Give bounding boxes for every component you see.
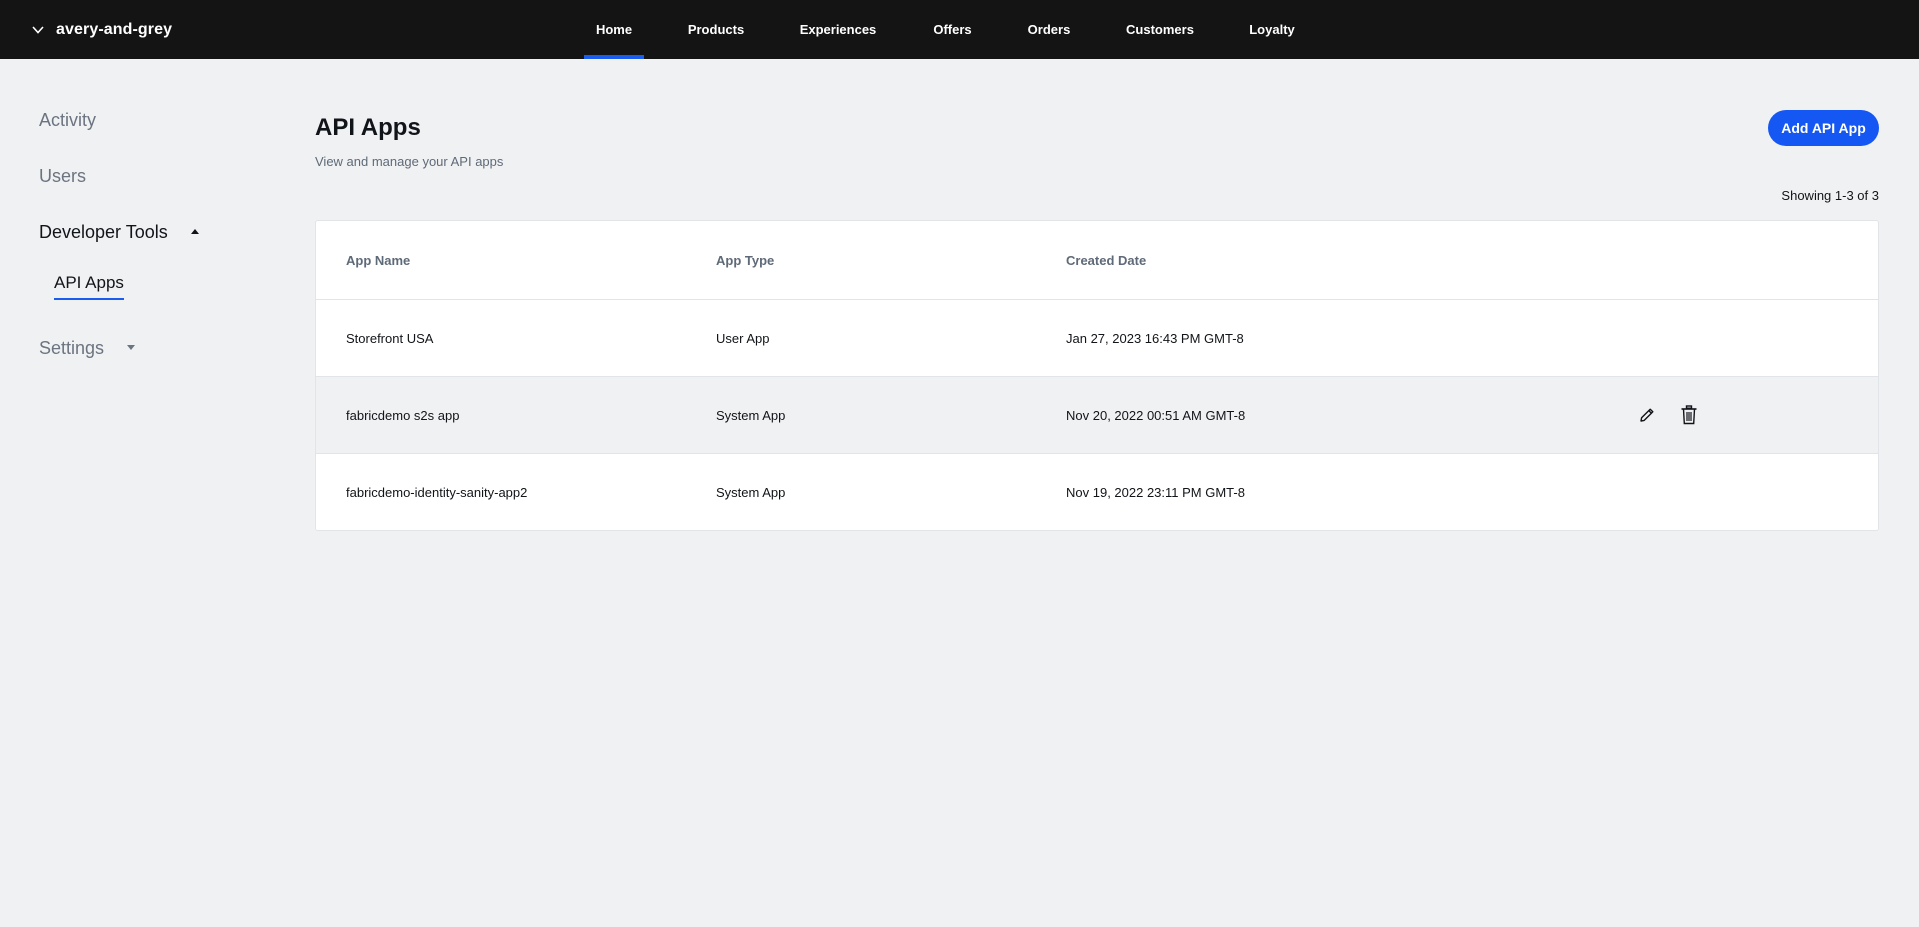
cell-app-name: fabricdemo s2s app [346, 407, 460, 423]
nav-loyalty[interactable]: Loyalty [1244, 0, 1300, 59]
sidebar-item-settings[interactable]: Settings [39, 338, 136, 359]
top-navigation-bar: avery-and-grey Home Products Experiences… [0, 0, 1919, 59]
sidebar-item-developer-tools[interactable]: Developer Tools [39, 222, 199, 243]
sidebar-item-label: Activity [39, 110, 97, 130]
column-header-app-type[interactable]: App Type [716, 221, 774, 300]
api-apps-table: App Name App Type Created Date Storefron… [315, 220, 1879, 531]
pagination-summary: Showing 1-3 of 3 [1781, 188, 1879, 203]
sidebar-subitem-api-apps[interactable]: API Apps [54, 273, 124, 300]
pencil-icon [1640, 408, 1654, 422]
column-header-created-date[interactable]: Created Date [1066, 221, 1146, 300]
caret-down-icon [127, 345, 136, 351]
cell-app-type: System App [716, 484, 786, 500]
table-row[interactable]: Storefront USA User App Jan 27, 2023 16:… [316, 300, 1878, 377]
page-subtitle: View and manage your API apps [315, 154, 504, 169]
sidebar-item-label: Settings [39, 338, 105, 358]
caret-up-icon [190, 229, 199, 235]
sidebar-item-label: Users [39, 166, 87, 186]
cell-created-date: Jan 27, 2023 16:43 PM GMT-8 [1066, 330, 1244, 346]
cell-app-name: Storefront USA [346, 330, 434, 346]
cell-app-name: fabricdemo-identity-sanity-app2 [346, 484, 528, 500]
sidebar-item-label: Developer Tools [39, 222, 168, 242]
add-api-app-button[interactable]: Add API App [1768, 110, 1879, 146]
sidebar-item-activity[interactable]: Activity [39, 110, 96, 131]
trash-icon [1681, 405, 1697, 425]
row-actions [1636, 377, 1700, 453]
nav-home[interactable]: Home [584, 0, 644, 59]
nav-orders[interactable]: Orders [1021, 0, 1077, 59]
table-header: App Name App Type Created Date [316, 221, 1878, 300]
cell-app-type: User App [716, 330, 770, 346]
delete-button[interactable] [1678, 404, 1700, 426]
edit-button[interactable] [1636, 404, 1658, 426]
column-header-app-name[interactable]: App Name [346, 221, 410, 300]
cell-created-date: Nov 20, 2022 00:51 AM GMT-8 [1066, 407, 1246, 423]
nav-experiences[interactable]: Experiences [795, 0, 881, 59]
page-title: API Apps [315, 114, 421, 141]
cell-created-date: Nov 19, 2022 23:11 PM GMT-8 [1066, 484, 1245, 500]
nav-products[interactable]: Products [681, 0, 751, 59]
table-row[interactable]: fabricdemo s2s app System App Nov 20, 20… [316, 377, 1878, 454]
table-row[interactable]: fabricdemo-identity-sanity-app2 System A… [316, 454, 1878, 530]
cell-app-type: System App [716, 407, 786, 423]
main-nav: Home Products Experiences Offers Orders … [0, 0, 1919, 59]
nav-customers[interactable]: Customers [1122, 0, 1198, 59]
sidebar-item-users[interactable]: Users [39, 166, 86, 187]
nav-offers[interactable]: Offers [926, 0, 979, 59]
